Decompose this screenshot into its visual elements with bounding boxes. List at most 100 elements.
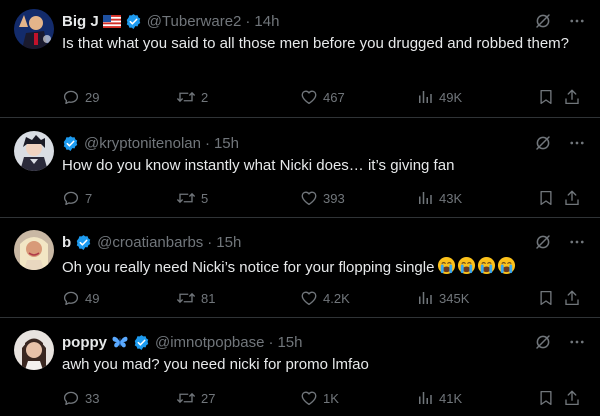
repost-icon bbox=[176, 292, 196, 304]
butterfly-icon bbox=[111, 334, 129, 350]
grok-icon[interactable] bbox=[534, 233, 552, 251]
grok-icon[interactable] bbox=[534, 134, 552, 152]
avatar[interactable] bbox=[14, 230, 54, 270]
repost-button[interactable]: 5 bbox=[176, 188, 208, 208]
crying-face-emoji bbox=[438, 256, 456, 275]
like-button[interactable]: 1K bbox=[300, 388, 339, 408]
post-top-actions bbox=[534, 133, 586, 153]
share-icon bbox=[565, 89, 579, 105]
more-icon[interactable] bbox=[568, 134, 586, 152]
post-header: b @croatianbarbs · 15h bbox=[62, 232, 530, 252]
view-count: 41K bbox=[439, 390, 463, 406]
grok-icon[interactable] bbox=[534, 12, 552, 30]
share-icon bbox=[565, 290, 579, 306]
repost-count: 2 bbox=[201, 89, 209, 105]
reply-button[interactable]: 33 bbox=[62, 388, 99, 408]
post[interactable]: @kryptonitenolan · 15h How do you know i… bbox=[0, 118, 600, 218]
post-top-actions bbox=[534, 11, 586, 31]
repost-button[interactable]: 2 bbox=[176, 87, 208, 107]
like-icon bbox=[301, 191, 317, 206]
verified-icon bbox=[133, 334, 150, 351]
bookmark-icon bbox=[540, 390, 552, 406]
share-icon bbox=[565, 190, 579, 206]
like-count: 393 bbox=[323, 190, 345, 206]
repost-icon bbox=[176, 392, 196, 404]
avatar[interactable] bbox=[14, 9, 54, 49]
handle[interactable]: @Tuberware2 bbox=[147, 13, 242, 30]
post-header: Big J @Tuberware2 · 14h bbox=[62, 11, 530, 31]
like-button[interactable]: 467 bbox=[300, 87, 345, 107]
like-count: 467 bbox=[323, 89, 345, 105]
post-text: awh you mad? you need nicki for promo lm… bbox=[62, 356, 369, 373]
views-button[interactable]: 49K bbox=[416, 87, 462, 107]
share-button[interactable] bbox=[563, 188, 586, 208]
reply-count: 33 bbox=[85, 390, 100, 406]
display-name[interactable]: b bbox=[62, 234, 71, 251]
reply-icon bbox=[63, 90, 79, 105]
us-flag-icon bbox=[102, 14, 121, 28]
reply-icon bbox=[63, 391, 79, 406]
timestamp[interactable]: 15h bbox=[277, 334, 302, 351]
reply-button[interactable]: 49 bbox=[62, 288, 99, 308]
reply-icon bbox=[63, 191, 79, 206]
repost-icon bbox=[176, 91, 196, 103]
post-text-body: Oh you really need Nicki’s notice for yo… bbox=[62, 259, 435, 276]
like-icon bbox=[301, 291, 317, 306]
like-button[interactable]: 393 bbox=[300, 188, 345, 208]
handle[interactable]: @imnotpopbase bbox=[155, 334, 264, 351]
views-icon bbox=[419, 91, 432, 103]
post[interactable]: poppy @imnotpopbase · 15h awh you mad? y… bbox=[0, 318, 600, 416]
grok-icon[interactable] bbox=[534, 333, 552, 351]
like-count: 1K bbox=[323, 390, 339, 406]
repost-button[interactable]: 81 bbox=[176, 288, 215, 308]
avatar[interactable] bbox=[14, 131, 54, 171]
more-icon[interactable] bbox=[568, 233, 586, 251]
views-button[interactable]: 345K bbox=[416, 288, 469, 308]
reply-button[interactable]: 29 bbox=[62, 87, 99, 107]
share-button[interactable] bbox=[563, 388, 586, 408]
post-text: Oh you really need Nicki’s notice for yo… bbox=[62, 256, 580, 278]
handle[interactable]: @croatianbarbs bbox=[97, 234, 203, 251]
view-count: 345K bbox=[439, 290, 470, 306]
views-icon bbox=[419, 292, 432, 304]
view-count: 43K bbox=[439, 190, 463, 206]
like-button[interactable]: 4.2K bbox=[300, 288, 350, 308]
more-icon[interactable] bbox=[568, 12, 586, 30]
verified-icon bbox=[125, 13, 142, 30]
action-bar: 33 27 1K 41K bbox=[62, 388, 586, 408]
repost-button[interactable]: 27 bbox=[176, 388, 215, 408]
share-button[interactable] bbox=[563, 87, 586, 107]
crying-face-emoji bbox=[498, 256, 516, 275]
reply-icon bbox=[63, 291, 79, 306]
action-bar: 29 2 467 49K bbox=[62, 87, 586, 107]
share-button[interactable] bbox=[563, 288, 586, 308]
reply-button[interactable]: 7 bbox=[62, 188, 92, 208]
display-name[interactable]: Big J bbox=[62, 13, 99, 30]
timestamp[interactable]: 15h bbox=[216, 234, 241, 251]
display-name[interactable]: poppy bbox=[62, 334, 107, 351]
post-text: Is that what you said to all those men b… bbox=[62, 35, 569, 52]
post[interactable]: b @croatianbarbs · 15h Oh you really nee… bbox=[0, 218, 600, 318]
handle[interactable]: @kryptonitenolan bbox=[84, 135, 201, 152]
crying-emoji-group bbox=[437, 256, 516, 275]
bookmark-button[interactable] bbox=[537, 288, 560, 308]
views-button[interactable]: 41K bbox=[416, 388, 462, 408]
views-icon bbox=[419, 192, 432, 204]
bookmark-button[interactable] bbox=[537, 87, 560, 107]
timestamp[interactable]: 14h bbox=[254, 13, 279, 30]
bookmark-button[interactable] bbox=[537, 388, 560, 408]
repost-count: 81 bbox=[201, 290, 216, 306]
post[interactable]: Big J @Tuberware2 · 14h Is that what you… bbox=[0, 0, 600, 118]
separator-dot: · bbox=[204, 134, 210, 152]
timestamp[interactable]: 15h bbox=[214, 135, 239, 152]
bookmark-icon bbox=[540, 89, 552, 105]
reply-count: 49 bbox=[85, 290, 100, 306]
avatar[interactable] bbox=[14, 330, 54, 370]
reply-feed: Big J @Tuberware2 · 14h Is that what you… bbox=[0, 0, 600, 416]
views-button[interactable]: 43K bbox=[416, 188, 462, 208]
bookmark-button[interactable] bbox=[537, 188, 560, 208]
like-icon bbox=[301, 391, 317, 406]
post-text: How do you know instantly what Nicki doe… bbox=[62, 157, 455, 174]
more-icon[interactable] bbox=[568, 333, 586, 351]
bookmark-icon bbox=[540, 190, 552, 206]
